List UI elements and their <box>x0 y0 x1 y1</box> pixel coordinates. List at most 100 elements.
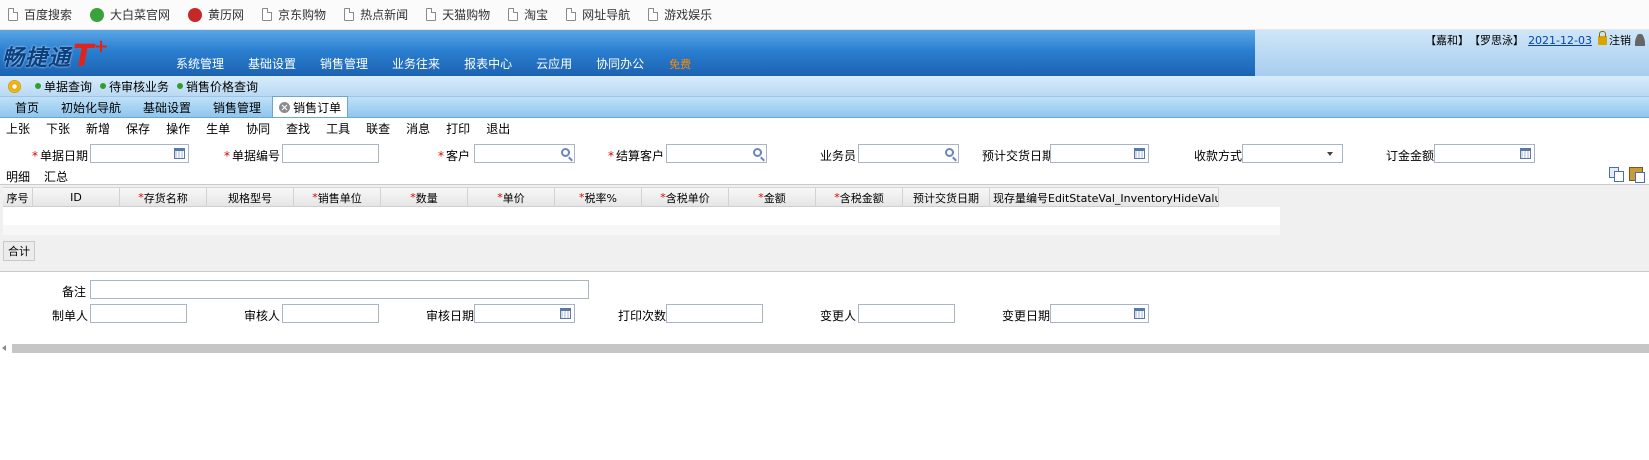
sum-label: 合计 <box>3 241 35 261</box>
col-delivery-date[interactable]: 预计交货日期 <box>903 188 990 207</box>
search-icon[interactable] <box>945 148 954 157</box>
change-date-field[interactable] <box>1050 304 1149 323</box>
quick-doc-query[interactable]: 单据查询 <box>35 78 92 95</box>
logo: 畅捷通 T + <box>2 36 109 72</box>
col-id[interactable]: ID <box>33 188 120 207</box>
delivery-date-field[interactable] <box>1050 144 1149 163</box>
col-label: 销售单位 <box>317 191 362 205</box>
quick-pending-audit[interactable]: 待审核业务 <box>100 78 169 95</box>
calendar-icon[interactable] <box>560 308 571 319</box>
quick-price-query[interactable]: 销售价格查询 <box>177 78 258 95</box>
col-label: 数量 <box>415 191 438 205</box>
calendar-icon[interactable] <box>1134 148 1145 159</box>
doc-date-field[interactable] <box>90 144 189 163</box>
bookmark-jd[interactable]: 京东购物 <box>262 6 326 23</box>
nav-business[interactable]: 业务往来 <box>392 55 440 72</box>
collab-button[interactable]: 协同 <box>246 120 270 137</box>
table-row[interactable] <box>3 207 1280 225</box>
col-amount[interactable]: * 金额 <box>729 188 816 207</box>
table-row[interactable] <box>3 225 1280 235</box>
bookmark-baidu[interactable]: 百度搜索 <box>8 6 72 23</box>
salesman-field[interactable] <box>858 144 959 163</box>
scrollbar-thumb[interactable] <box>12 344 1649 353</box>
col-price[interactable]: * 单价 <box>468 188 555 207</box>
tab-sales-order[interactable]: 销售订单 <box>272 96 349 117</box>
top-nav: 系统管理 基础设置 销售管理 业务往来 报表中心 云应用 协同办公 免费 <box>176 55 739 72</box>
label-text: 业务员 <box>820 149 857 163</box>
save-button[interactable]: 保存 <box>126 120 150 137</box>
calendar-icon[interactable] <box>174 148 185 159</box>
nav-basic-settings[interactable]: 基础设置 <box>248 55 296 72</box>
gear-icon[interactable] <box>8 79 21 93</box>
bookmark-taobao[interactable]: 淘宝 <box>508 6 548 23</box>
col-inventory-name[interactable]: * 存货名称 <box>120 188 207 207</box>
tab-sales-mgmt[interactable]: 销售管理 <box>202 97 272 117</box>
calculator-icon[interactable] <box>1520 148 1531 159</box>
message-button[interactable]: 消息 <box>406 120 430 137</box>
paste-icon[interactable] <box>1629 167 1645 183</box>
maker-label: 制单人 <box>52 309 89 323</box>
search-icon[interactable] <box>561 148 570 157</box>
arrow-left-icon[interactable] <box>2 345 6 351</box>
changer-field[interactable] <box>858 304 955 323</box>
doc-no-field[interactable] <box>282 144 379 163</box>
tab-home[interactable]: 首页 <box>4 97 50 117</box>
maker-field[interactable] <box>90 304 187 323</box>
chevron-down-icon[interactable] <box>1327 152 1333 156</box>
user-icon[interactable] <box>1635 34 1645 46</box>
col-tax-price[interactable]: * 含税单价 <box>642 188 729 207</box>
col-seq[interactable]: 序号 <box>3 188 33 207</box>
tab-basic-settings[interactable]: 基础设置 <box>132 97 202 117</box>
col-spec[interactable]: 规格型号 <box>207 188 294 207</box>
bookmark-nav[interactable]: 网址导航 <box>566 6 630 23</box>
operate-button[interactable]: 操作 <box>166 120 190 137</box>
nav-reports[interactable]: 报表中心 <box>464 55 512 72</box>
bookmark-games[interactable]: 游戏娱乐 <box>648 6 712 23</box>
calendar-icon[interactable] <box>1134 308 1145 319</box>
nav-cloud[interactable]: 云应用 <box>536 55 572 72</box>
print-count-field[interactable] <box>666 304 763 323</box>
bookmark-huangli[interactable]: 黄历网 <box>188 6 244 23</box>
next-button[interactable]: 下张 <box>46 120 70 137</box>
col-tax-rate[interactable]: * 税率% <box>555 188 642 207</box>
nav-sales[interactable]: 销售管理 <box>320 55 368 72</box>
nav-system[interactable]: 系统管理 <box>176 55 224 72</box>
tab-detail[interactable]: 明细 <box>6 168 30 185</box>
col-tax-amount[interactable]: * 含税金额 <box>816 188 903 207</box>
generate-button[interactable]: 生单 <box>206 120 230 137</box>
find-button[interactable]: 查找 <box>286 120 310 137</box>
prev-button[interactable]: 上张 <box>6 120 30 137</box>
link-query-button[interactable]: 联查 <box>366 120 390 137</box>
doc-date-label: * 单据日期 <box>32 147 88 164</box>
bookmark-news[interactable]: 热点新闻 <box>344 6 408 23</box>
logout-link[interactable]: 注销 <box>1609 32 1631 48</box>
customer-label: * 客户 <box>438 147 470 164</box>
search-icon[interactable] <box>753 148 762 157</box>
close-icon[interactable] <box>279 101 291 113</box>
tab-init-nav[interactable]: 初始化导航 <box>50 97 132 117</box>
new-button[interactable]: 新增 <box>86 120 110 137</box>
customer-field[interactable] <box>474 144 575 163</box>
nav-collab[interactable]: 协同办公 免费 <box>596 55 715 72</box>
bookmark-label: 热点新闻 <box>360 8 409 22</box>
settle-customer-field[interactable] <box>666 144 767 163</box>
remark-field[interactable] <box>90 280 589 299</box>
col-label: 金额 <box>763 191 786 205</box>
print-button[interactable]: 打印 <box>446 120 470 137</box>
order-header-form: * 单据日期 * 单据编号 * 客户 * 结算客户 业务员 预计交货日期 收款方式 订金… <box>0 142 1649 166</box>
bookmark-tmall[interactable]: 天猫购物 <box>426 6 490 23</box>
horizontal-scrollbar[interactable] <box>0 344 1649 354</box>
tools-button[interactable]: 工具 <box>326 120 350 137</box>
payment-select[interactable] <box>1242 144 1343 163</box>
bookmark-dabaicai[interactable]: 大白菜官网 <box>90 6 170 23</box>
exit-button[interactable]: 退出 <box>486 120 510 137</box>
order-amount-field[interactable] <box>1434 144 1535 163</box>
col-qty[interactable]: * 数量 <box>381 188 468 207</box>
copy-icon[interactable] <box>1609 167 1624 182</box>
col-stock-no[interactable]: 现存量编号EditStateVal_InventoryHideValues <box>990 188 1219 207</box>
login-date[interactable]: 2021-12-03 <box>1528 34 1592 47</box>
col-unit[interactable]: * 销售单位 <box>294 188 381 207</box>
auditor-field[interactable] <box>282 304 379 323</box>
audit-date-field[interactable] <box>474 304 575 323</box>
tab-summary[interactable]: 汇总 <box>44 168 68 185</box>
